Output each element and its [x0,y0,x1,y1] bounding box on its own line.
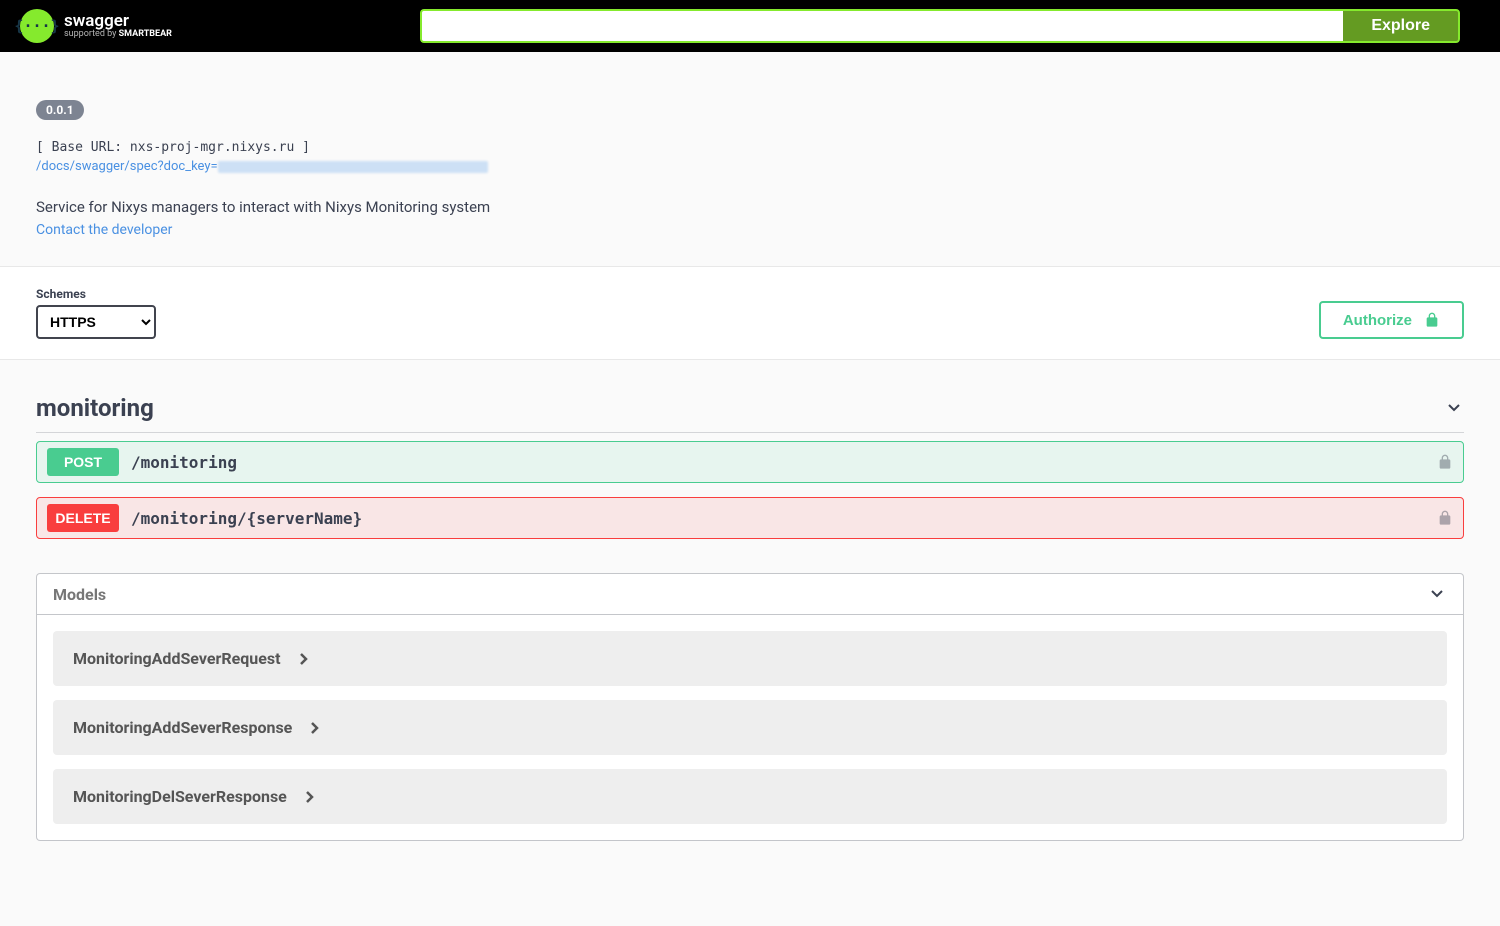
model-item[interactable]: MonitoringAddSeverResponse [53,700,1447,755]
lock-icon [1437,509,1453,527]
models-body: MonitoringAddSeverRequest MonitoringAddS… [36,615,1464,841]
version-badge: 0.0.1 [36,100,84,120]
model-item[interactable]: MonitoringAddSeverRequest [53,631,1447,686]
schemes-control: Schemes HTTPS [36,287,156,339]
logo-title: swagger [64,12,172,31]
logo-subtitle: supported by SMARTBEAR [64,30,172,40]
swagger-logo-icon: {···} [20,9,54,43]
explore-form: Explore [420,9,1460,43]
model-name: MonitoringDelSeverResponse [73,787,287,806]
schemes-select[interactable]: HTTPS [36,305,156,339]
operation-post-monitoring[interactable]: POST /monitoring [36,441,1464,483]
topbar: {···} swagger supported by SMARTBEAR Exp… [0,0,1500,52]
lock-icon [1424,311,1440,329]
chevron-right-icon [310,722,320,734]
authorize-label: Authorize [1343,312,1412,329]
tag-title: monitoring [36,394,154,422]
method-badge: DELETE [47,504,119,532]
authorize-button[interactable]: Authorize [1319,301,1464,339]
method-badge: POST [47,448,119,476]
operation-path: /monitoring/{serverName} [131,509,1437,528]
spec-url-input[interactable] [420,9,1343,43]
redacted-key [218,161,488,173]
chevron-right-icon [305,791,315,803]
swagger-logo-text: swagger supported by SMARTBEAR [64,12,172,41]
base-url: [ Base URL: nxs-proj-mgr.nixys.ru ] [36,140,1464,155]
operations-container: monitoring POST /monitoring DELETE /moni… [0,360,1500,881]
contact-developer-link[interactable]: Contact the developer [36,222,172,238]
schemes-bar: Schemes HTTPS Authorize [0,267,1500,360]
chevron-right-icon [299,653,309,665]
explore-button[interactable]: Explore [1343,9,1460,43]
operation-delete-monitoring[interactable]: DELETE /monitoring/{serverName} [36,497,1464,539]
tag-monitoring[interactable]: monitoring [36,380,1464,433]
api-info: 0.0.1 [ Base URL: nxs-proj-mgr.nixys.ru … [0,52,1500,267]
lock-icon [1437,453,1453,471]
chevron-down-icon [1444,398,1464,418]
spec-link[interactable]: /docs/swagger/spec?doc_key= [36,159,488,174]
model-item[interactable]: MonitoringDelSeverResponse [53,769,1447,824]
chevron-down-icon [1427,584,1447,604]
model-name: MonitoringAddSeverRequest [73,649,281,668]
models-header[interactable]: Models [36,573,1464,615]
schemes-label: Schemes [36,287,156,301]
swagger-logo[interactable]: {···} swagger supported by SMARTBEAR [20,9,172,43]
api-description: Service for Nixys managers to interact w… [36,198,1464,216]
model-name: MonitoringAddSeverResponse [73,718,292,737]
models-title: Models [53,585,106,604]
operation-path: /monitoring [131,453,1437,472]
